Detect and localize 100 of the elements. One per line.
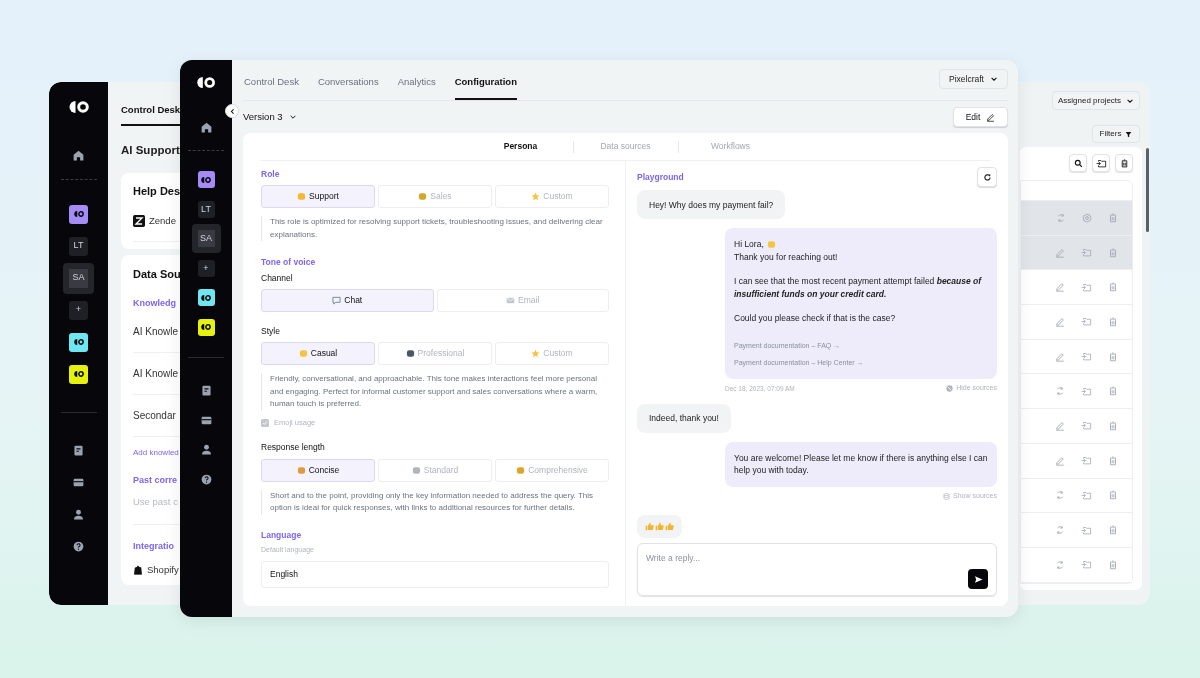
workspace-tile[interactable]: SA <box>63 262 94 294</box>
nav-tab[interactable]: Configuration <box>454 71 517 100</box>
thumbs-up-icon <box>645 521 654 531</box>
app-logo[interactable] <box>195 75 217 91</box>
add-link[interactable]: Add knowled <box>133 446 180 459</box>
document-icon[interactable] <box>199 384 213 398</box>
move-to-folder-icon[interactable] <box>1081 386 1092 396</box>
workspace-tile[interactable] <box>69 204 88 224</box>
help-icon[interactable] <box>199 472 213 486</box>
table-row[interactable] <box>1021 201 1132 236</box>
nav-tab[interactable]: Control Desk <box>244 71 299 100</box>
add-workspace-button[interactable]: + <box>197 259 215 277</box>
field-label: Style <box>261 324 281 338</box>
field-label: Response length <box>261 441 326 455</box>
shopping-bag-icon <box>133 565 143 576</box>
move-to-folder-icon[interactable] <box>1081 352 1092 362</box>
move-to-folder-icon[interactable] <box>1081 421 1092 431</box>
trash-icon[interactable] <box>1108 420 1118 431</box>
project-dropdown[interactable]: Assigned projects <box>1052 91 1140 110</box>
trash-icon[interactable] <box>1108 282 1118 293</box>
edit-icon[interactable] <box>1055 282 1065 293</box>
trash-icon[interactable] <box>1108 247 1118 258</box>
move-to-folder-icon[interactable] <box>1081 490 1092 500</box>
trash-icon[interactable] <box>1108 559 1118 570</box>
trash-icon[interactable] <box>1108 386 1118 397</box>
chevron-down-icon <box>288 113 297 121</box>
edit-icon[interactable] <box>1055 420 1065 431</box>
workspace-dropdown[interactable]: Pixelcraft <box>939 69 1008 89</box>
language-field[interactable]: English <box>261 560 609 588</box>
edit-icon[interactable] <box>1055 247 1065 258</box>
zendesk-logo <box>133 215 145 228</box>
trash-icon[interactable] <box>1108 490 1118 501</box>
option-button[interactable]: Chat <box>261 289 434 312</box>
logo-icon <box>72 338 85 346</box>
trash-icon[interactable] <box>1108 455 1118 466</box>
sync-icon[interactable] <box>1055 559 1065 570</box>
move-to-folder-icon[interactable] <box>1081 282 1092 292</box>
workspace-tile[interactable] <box>197 318 215 336</box>
message-text: Hi Lora, <box>734 238 764 251</box>
workspace-tile[interactable] <box>69 332 88 352</box>
section-title: Past corre <box>133 473 179 487</box>
search-button[interactable] <box>1069 154 1087 172</box>
star-icon <box>531 349 541 358</box>
nav-tab[interactable]: Conversations <box>317 71 379 100</box>
trash-icon[interactable] <box>1108 212 1118 223</box>
workspace-tile[interactable] <box>69 364 88 384</box>
table-row[interactable] <box>1021 235 1132 271</box>
message-text: Could you please check if that is the case? <box>734 312 896 325</box>
document-icon[interactable] <box>72 443 85 457</box>
nav-tab[interactable]: Analytics <box>397 71 436 100</box>
trash-icon[interactable] <box>1108 525 1118 536</box>
sync-icon[interactable] <box>1056 212 1066 223</box>
option-button[interactable]: Support <box>261 185 375 208</box>
help-icon[interactable] <box>72 539 85 553</box>
move-to-folder-button[interactable] <box>1092 154 1110 172</box>
delete-button[interactable] <box>1115 154 1133 172</box>
envelope-icon <box>506 296 516 305</box>
search-icon <box>1073 158 1083 168</box>
filters-button[interactable]: Filters <box>1092 125 1140 143</box>
edit-icon[interactable] <box>1055 455 1065 466</box>
checkbox[interactable] <box>261 418 269 427</box>
edit-icon[interactable] <box>1055 351 1065 362</box>
workspace-tile[interactable]: LT <box>197 200 215 218</box>
home-icon[interactable] <box>72 148 85 162</box>
option-button[interactable]: Casual <box>261 342 375 365</box>
chevron-left-icon <box>228 107 236 115</box>
edit-button[interactable]: Edit <box>953 107 1008 127</box>
move-to-folder-icon[interactable] <box>1081 525 1092 535</box>
chevron-down-icon <box>990 75 998 83</box>
send-button[interactable] <box>968 569 988 589</box>
option-button[interactable]: Concise <box>261 458 375 482</box>
trash-icon[interactable] <box>1108 351 1118 362</box>
reply-input[interactable]: Write a reply... <box>646 552 988 565</box>
workspace-tile[interactable]: SA <box>191 224 221 254</box>
trash-icon[interactable] <box>1108 316 1118 327</box>
workspace-tile[interactable]: LT <box>69 236 88 256</box>
sync-icon[interactable] <box>1055 525 1065 536</box>
sub-tab[interactable]: Persona <box>468 140 573 153</box>
message-text: You are welcome! Please let me know if there is anything else I can help you with today. <box>734 451 988 477</box>
description-text: Short and to the point, providing only the key information needed to address the query. This option is ideal for quick responses, with links to additional resources for further details. <box>261 489 609 515</box>
move-to-folder-icon[interactable] <box>1081 317 1092 327</box>
refresh-button[interactable] <box>977 167 997 187</box>
move-to-folder-icon[interactable] <box>1081 456 1092 466</box>
sync-icon[interactable] <box>1055 490 1065 501</box>
collapse-button[interactable] <box>225 104 239 118</box>
field-label: Channel <box>261 271 294 285</box>
sync-icon[interactable] <box>1055 386 1065 397</box>
version-dropdown[interactable]: Version 3 <box>243 109 297 125</box>
edit-icon[interactable] <box>1055 316 1065 327</box>
move-to-folder-icon[interactable] <box>1081 248 1092 258</box>
home-icon[interactable] <box>199 120 213 134</box>
user-icon[interactable] <box>72 507 85 521</box>
gear-icon[interactable] <box>1082 212 1092 223</box>
workspace-tile[interactable] <box>197 289 215 307</box>
move-to-folder-icon[interactable] <box>1081 560 1092 570</box>
workspace-tile[interactable] <box>197 171 215 189</box>
thumbs-up-icon <box>655 521 664 531</box>
add-workspace-button[interactable]: + <box>69 300 88 320</box>
card-title: Data Sou <box>133 267 180 283</box>
user-icon[interactable] <box>199 443 213 457</box>
